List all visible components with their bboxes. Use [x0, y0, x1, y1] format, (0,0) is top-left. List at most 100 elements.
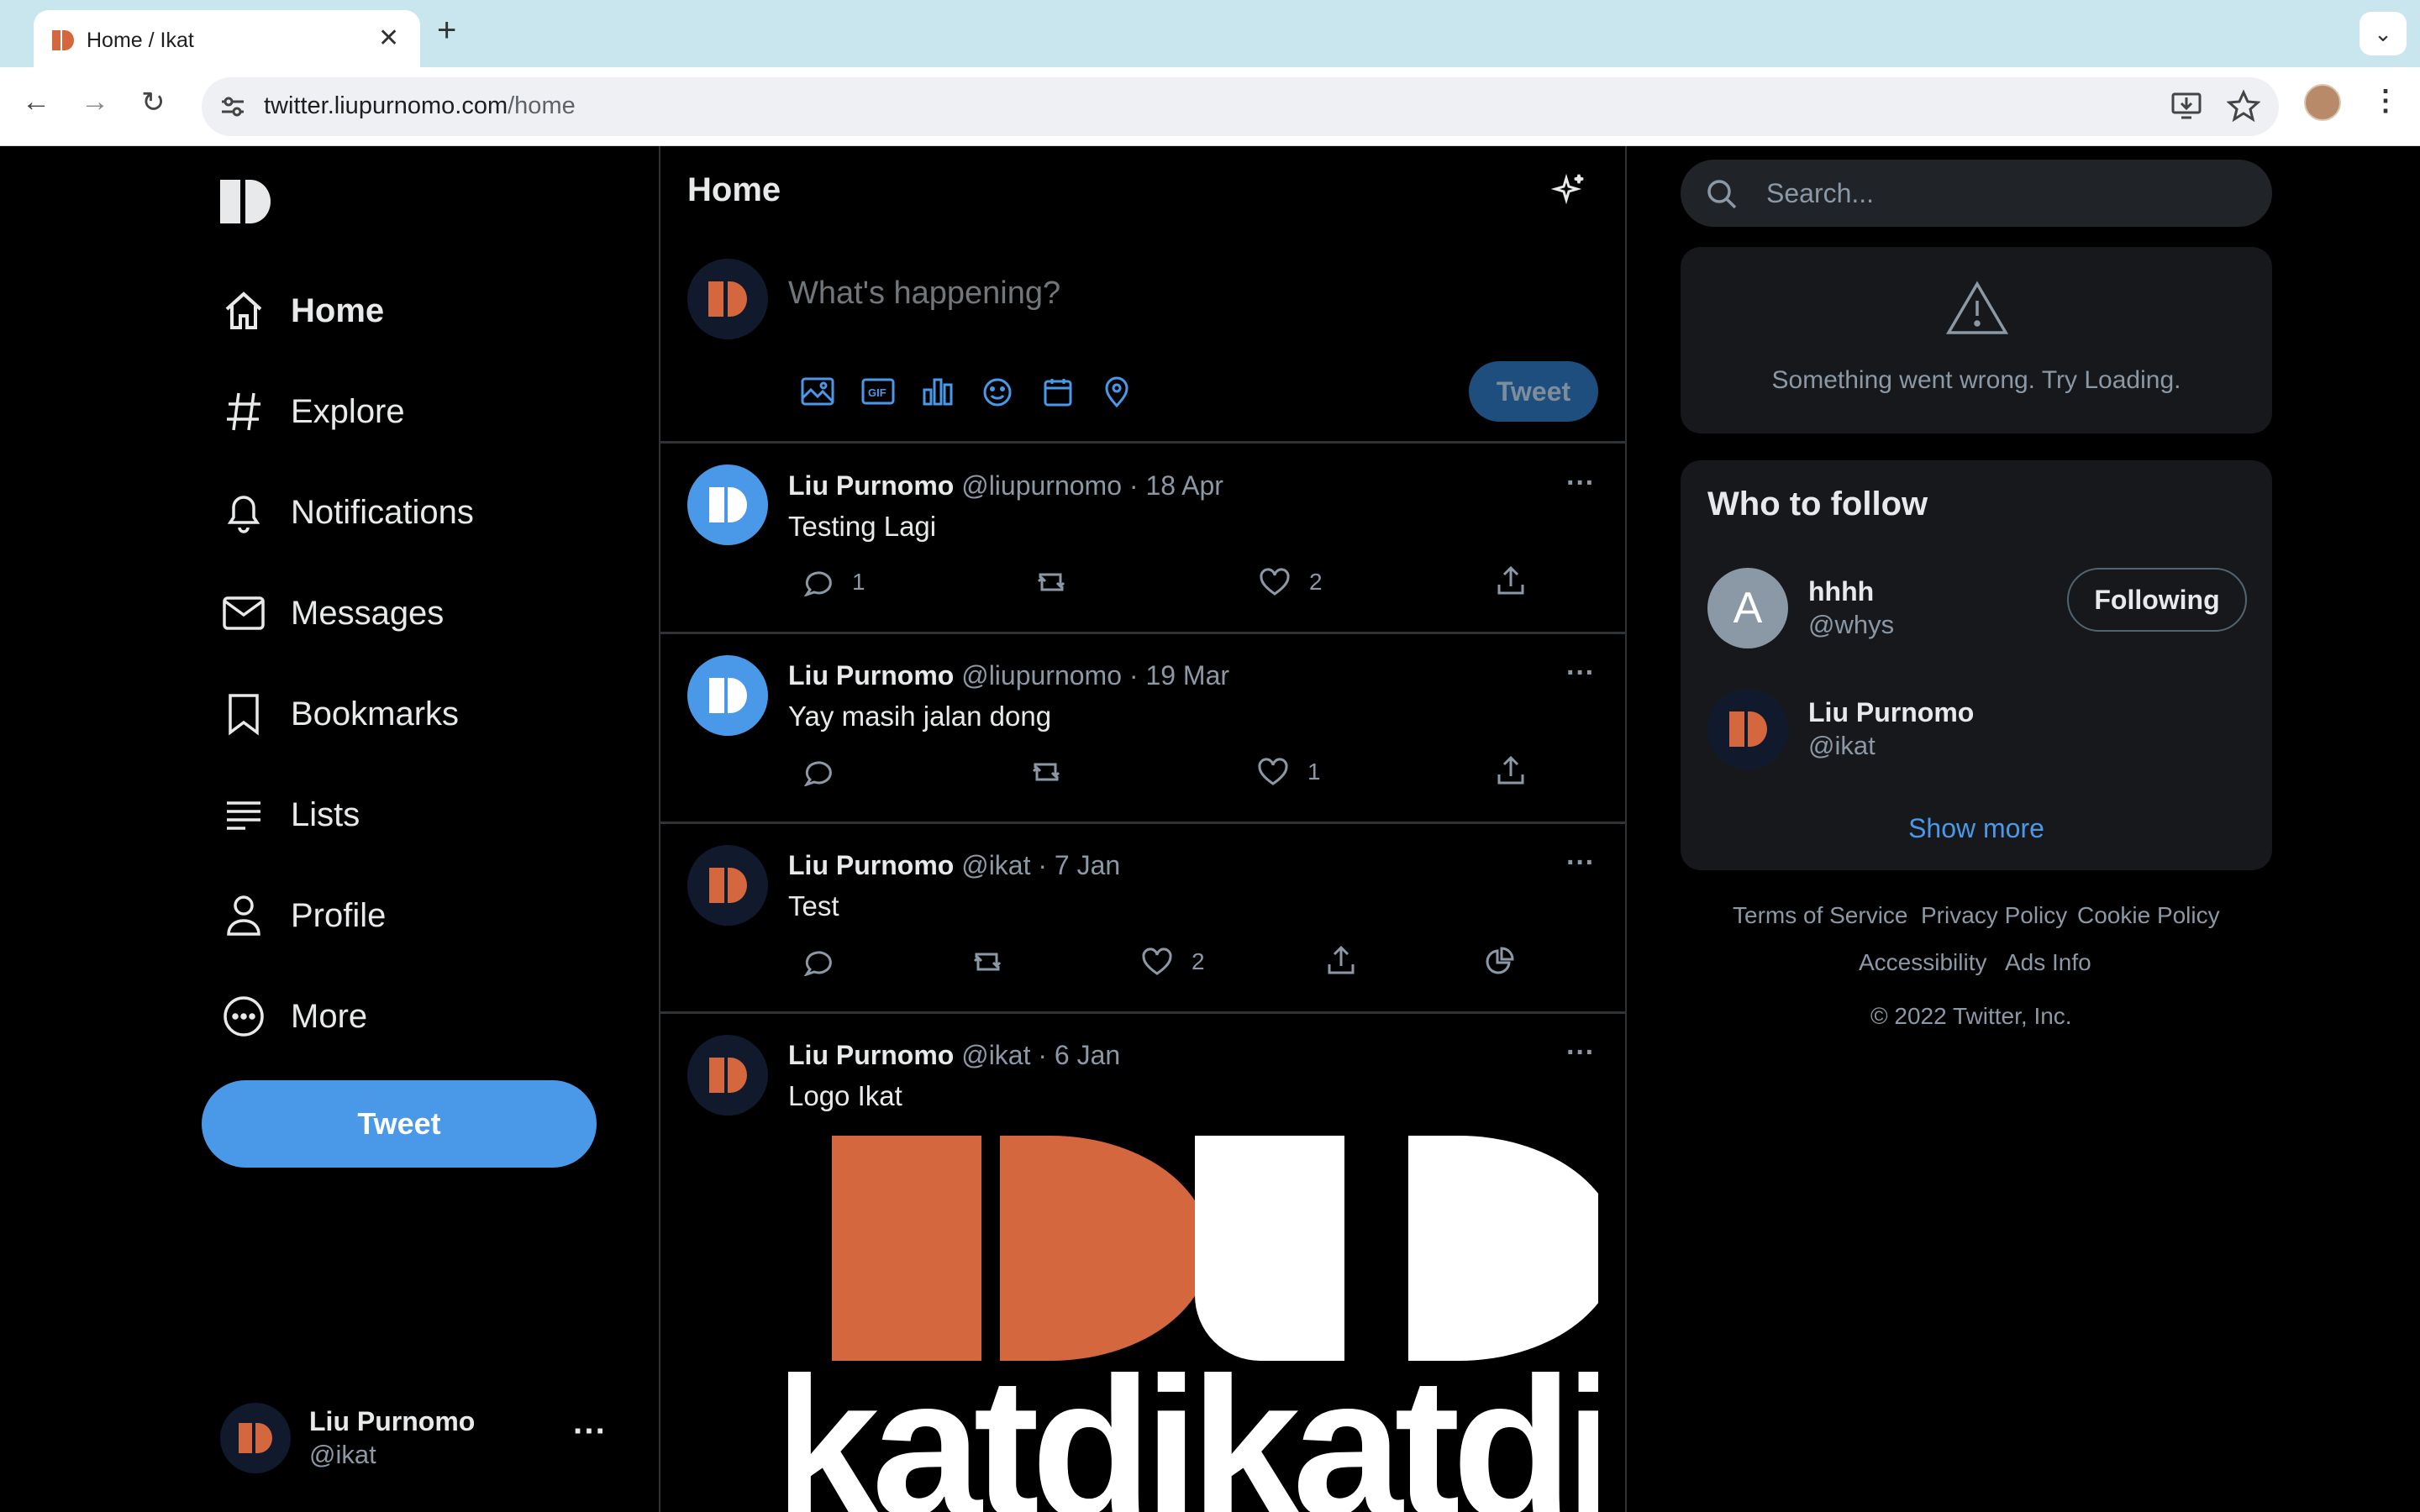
- nav-item-profile[interactable]: Profile: [220, 882, 386, 949]
- image-icon[interactable]: [800, 376, 835, 411]
- bell-icon: [220, 489, 267, 536]
- poll-icon[interactable]: [921, 376, 955, 411]
- reply-button[interactable]: [803, 948, 852, 976]
- retweet-button[interactable]: [1030, 758, 1062, 786]
- analytics-icon: [1486, 947, 1514, 974]
- tweet-header: Liu Purnomo @liupurnomo · 19 Mar: [788, 660, 1230, 690]
- new-tab-icon[interactable]: +: [437, 12, 456, 50]
- heart-icon: [1258, 758, 1288, 785]
- nav-item-home[interactable]: Home: [220, 277, 384, 344]
- account-name: Liu Purnomo: [309, 1406, 476, 1436]
- nav-label: Bookmarks: [291, 695, 460, 732]
- share-icon: [1497, 565, 1524, 595]
- browser-menu-icon[interactable]: ⋮: [2371, 84, 2400, 118]
- nav-label: Notifications: [291, 493, 474, 531]
- retweet-icon: [1032, 763, 1060, 781]
- tweet-header: Liu Purnomo @liupurnomo · 18 Apr: [788, 470, 1223, 501]
- share-button[interactable]: [1496, 564, 1526, 596]
- forward-icon[interactable]: →: [81, 86, 109, 118]
- avatar: [687, 465, 768, 545]
- close-tab-icon[interactable]: ✕: [378, 24, 399, 53]
- footer-link-cookies[interactable]: Cookie Policy: [2077, 902, 2220, 929]
- reply-button[interactable]: [803, 758, 852, 786]
- nav-item-bookmarks[interactable]: Bookmarks: [220, 680, 459, 748]
- divider: [660, 441, 1625, 444]
- nav-item-lists[interactable]: Lists: [220, 781, 360, 848]
- tweet-image[interactable]: katdikatdi: [788, 1134, 1598, 1512]
- user-name: Liu Purnomo: [1808, 697, 1975, 727]
- nav-item-notifications[interactable]: Notifications: [220, 479, 474, 546]
- who-to-follow-panel: Who to follow A hhhh @whys Following Liu…: [1681, 460, 2272, 870]
- emoji-icon[interactable]: [981, 376, 1013, 412]
- browser-tab[interactable]: Home / Ikat ✕: [34, 10, 420, 67]
- compose-tweet-button[interactable]: Tweet: [1469, 361, 1598, 422]
- install-app-icon[interactable]: [2170, 89, 2203, 127]
- analytics-button[interactable]: [1484, 946, 1514, 976]
- tweet-more-icon[interactable]: ···: [1566, 467, 1595, 500]
- browser-profile-avatar[interactable]: [2304, 84, 2341, 121]
- nav-item-more[interactable]: More: [220, 983, 367, 1050]
- site-info-icon[interactable]: [218, 92, 247, 125]
- footer-link-terms[interactable]: Terms of Service: [1733, 902, 1908, 929]
- search-icon: [1706, 178, 1738, 214]
- bookmark-star-icon[interactable]: [2226, 89, 2261, 127]
- footer-link-ads-info[interactable]: Ads Info: [2005, 949, 2091, 976]
- footer-link-privacy[interactable]: Privacy Policy: [1921, 902, 2067, 929]
- avatar: [687, 845, 768, 926]
- like-button[interactable]: 2: [1141, 948, 1205, 976]
- ikat-logo-icon[interactable]: [218, 178, 271, 229]
- tab-search-icon[interactable]: ⌄: [2360, 12, 2407, 55]
- retweet-button[interactable]: [1035, 568, 1067, 596]
- reply-icon: [803, 571, 832, 596]
- avatar: [687, 655, 768, 736]
- trends-error-panel: Something went wrong. Try Loading.: [1681, 247, 2272, 433]
- nav-item-messages[interactable]: Messages: [220, 580, 444, 647]
- divider: [660, 822, 1625, 824]
- nav-label: Messages: [291, 594, 445, 632]
- sparkle-icon[interactable]: [1550, 173, 1586, 213]
- account-menu-icon[interactable]: ···: [573, 1413, 607, 1451]
- logo-wordmark: katdikatdi: [788, 1336, 1598, 1512]
- retweet-icon: [1037, 573, 1065, 591]
- reply-icon: [803, 951, 832, 976]
- user-name: hhhh: [1808, 576, 1875, 606]
- tweet-text: Testing Lagi: [788, 511, 937, 542]
- following-button[interactable]: Following: [2067, 568, 2247, 632]
- compose-input[interactable]: What's happening?: [788, 276, 1060, 312]
- like-button[interactable]: 2: [1259, 568, 1323, 596]
- reply-button[interactable]: 1: [803, 568, 865, 596]
- schedule-icon[interactable]: [1042, 376, 1074, 412]
- tweet-more-icon[interactable]: ···: [1566, 847, 1595, 879]
- nav-label: More: [291, 997, 368, 1035]
- share-button[interactable]: [1326, 944, 1356, 976]
- tweet-more-icon[interactable]: ···: [1566, 657, 1595, 690]
- follow-suggestion[interactable]: Liu Purnomo @ikat: [1707, 689, 2245, 773]
- footer-link-accessibility[interactable]: Accessibility: [1859, 949, 1986, 976]
- location-icon[interactable]: [1102, 376, 1131, 412]
- share-icon: [1497, 755, 1524, 785]
- avatar: [1707, 689, 1788, 769]
- tweet-more-icon[interactable]: ···: [1566, 1037, 1595, 1069]
- nav-label: Lists: [291, 795, 360, 833]
- follow-suggestion[interactable]: A hhhh @whys Following: [1707, 568, 2247, 652]
- back-icon[interactable]: ←: [22, 86, 50, 118]
- error-message: Something went wrong. Try Loading.: [1771, 366, 2181, 394]
- retweet-icon: [973, 953, 1002, 971]
- reload-icon[interactable]: ↻: [141, 86, 166, 119]
- sidebar-tweet-button[interactable]: Tweet: [202, 1080, 597, 1168]
- copyright: © 2022 Twitter, Inc.: [1870, 1003, 2072, 1029]
- address-bar[interactable]: twitter.liupurnomo.com/home: [202, 77, 2279, 136]
- tweet-text: Logo Ikat: [788, 1080, 902, 1111]
- gif-icon[interactable]: GIF: [860, 376, 896, 411]
- show-more-link[interactable]: Show more: [1681, 813, 2272, 844]
- heart-icon: [1260, 568, 1290, 596]
- like-button[interactable]: 1: [1257, 758, 1321, 786]
- tab-title: Home / Ikat: [87, 29, 194, 52]
- tweet-header: Liu Purnomo @ikat · 6 Jan: [788, 1040, 1121, 1070]
- retweet-button[interactable]: [971, 948, 1003, 976]
- share-button[interactable]: [1496, 754, 1526, 786]
- nav-label: Explore: [291, 392, 405, 430]
- nav-item-explore[interactable]: Explore: [220, 378, 405, 445]
- search-input[interactable]: Search...: [1681, 160, 2272, 227]
- account-switcher[interactable]: Liu Purnomo @ikat ···: [220, 1398, 615, 1478]
